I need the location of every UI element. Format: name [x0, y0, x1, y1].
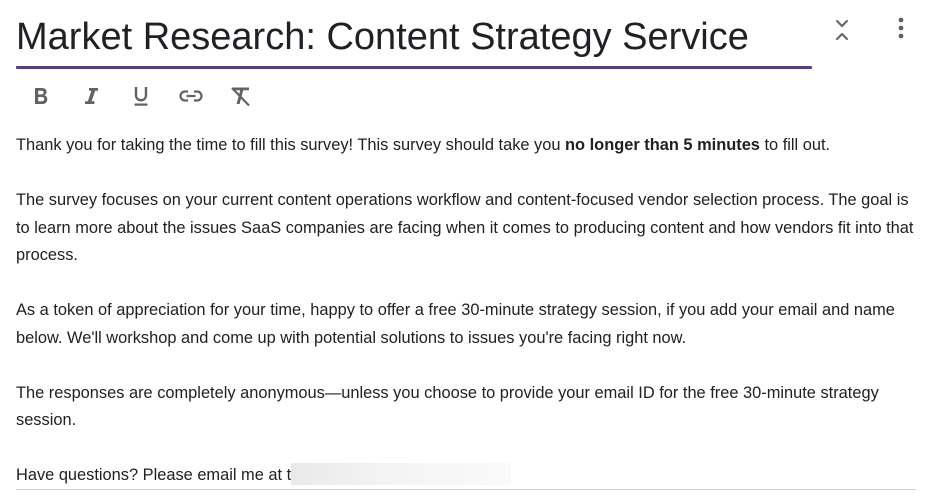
- title-focus-underline: [16, 66, 812, 69]
- more-options-button[interactable]: [885, 12, 917, 44]
- italic-button[interactable]: [74, 80, 108, 112]
- collapse-button[interactable]: [826, 14, 858, 46]
- insert-link-button[interactable]: [174, 80, 208, 112]
- italic-icon: [85, 88, 98, 104]
- formatting-toolbar: [24, 80, 274, 112]
- description-paragraph-2: The survey focuses on your current conte…: [16, 191, 914, 264]
- form-title-field[interactable]: Market Research: Content Strategy Servic…: [16, 8, 812, 70]
- collapse-vertical-icon: [836, 20, 848, 40]
- description-text: Thank you for taking the time to fill th…: [16, 136, 566, 154]
- description-bold-text: no longer than 5 minutes: [565, 136, 760, 154]
- form-description[interactable]: Thank you for taking the time to fill th…: [16, 132, 920, 490]
- redacted-email: [291, 463, 512, 485]
- link-icon: [179, 90, 203, 102]
- clear-formatting-button[interactable]: [224, 80, 258, 112]
- description-paragraph-5: Have questions? Please email me at t: [16, 462, 920, 490]
- underline-icon: [134, 87, 148, 106]
- description-paragraph-3: As a token of appreciation for your time…: [16, 301, 895, 347]
- bold-button[interactable]: [24, 80, 58, 112]
- more-vert-icon: [898, 17, 904, 39]
- description-paragraph-1: Thank you for taking the time to fill th…: [16, 132, 920, 160]
- description-paragraph-4: The responses are completely anonymous—u…: [16, 383, 879, 430]
- bold-icon: [35, 88, 48, 104]
- form-header-card: Market Research: Content Strategy Servic…: [0, 0, 936, 501]
- underline-button[interactable]: [124, 80, 158, 112]
- description-text: to fill out.: [759, 136, 831, 154]
- description-field-underline: [16, 489, 916, 490]
- contact-text: Have questions? Please email me at t: [16, 466, 292, 484]
- form-title[interactable]: Market Research: Content Strategy Servic…: [16, 14, 749, 60]
- clear-formatting-icon: [231, 87, 250, 107]
